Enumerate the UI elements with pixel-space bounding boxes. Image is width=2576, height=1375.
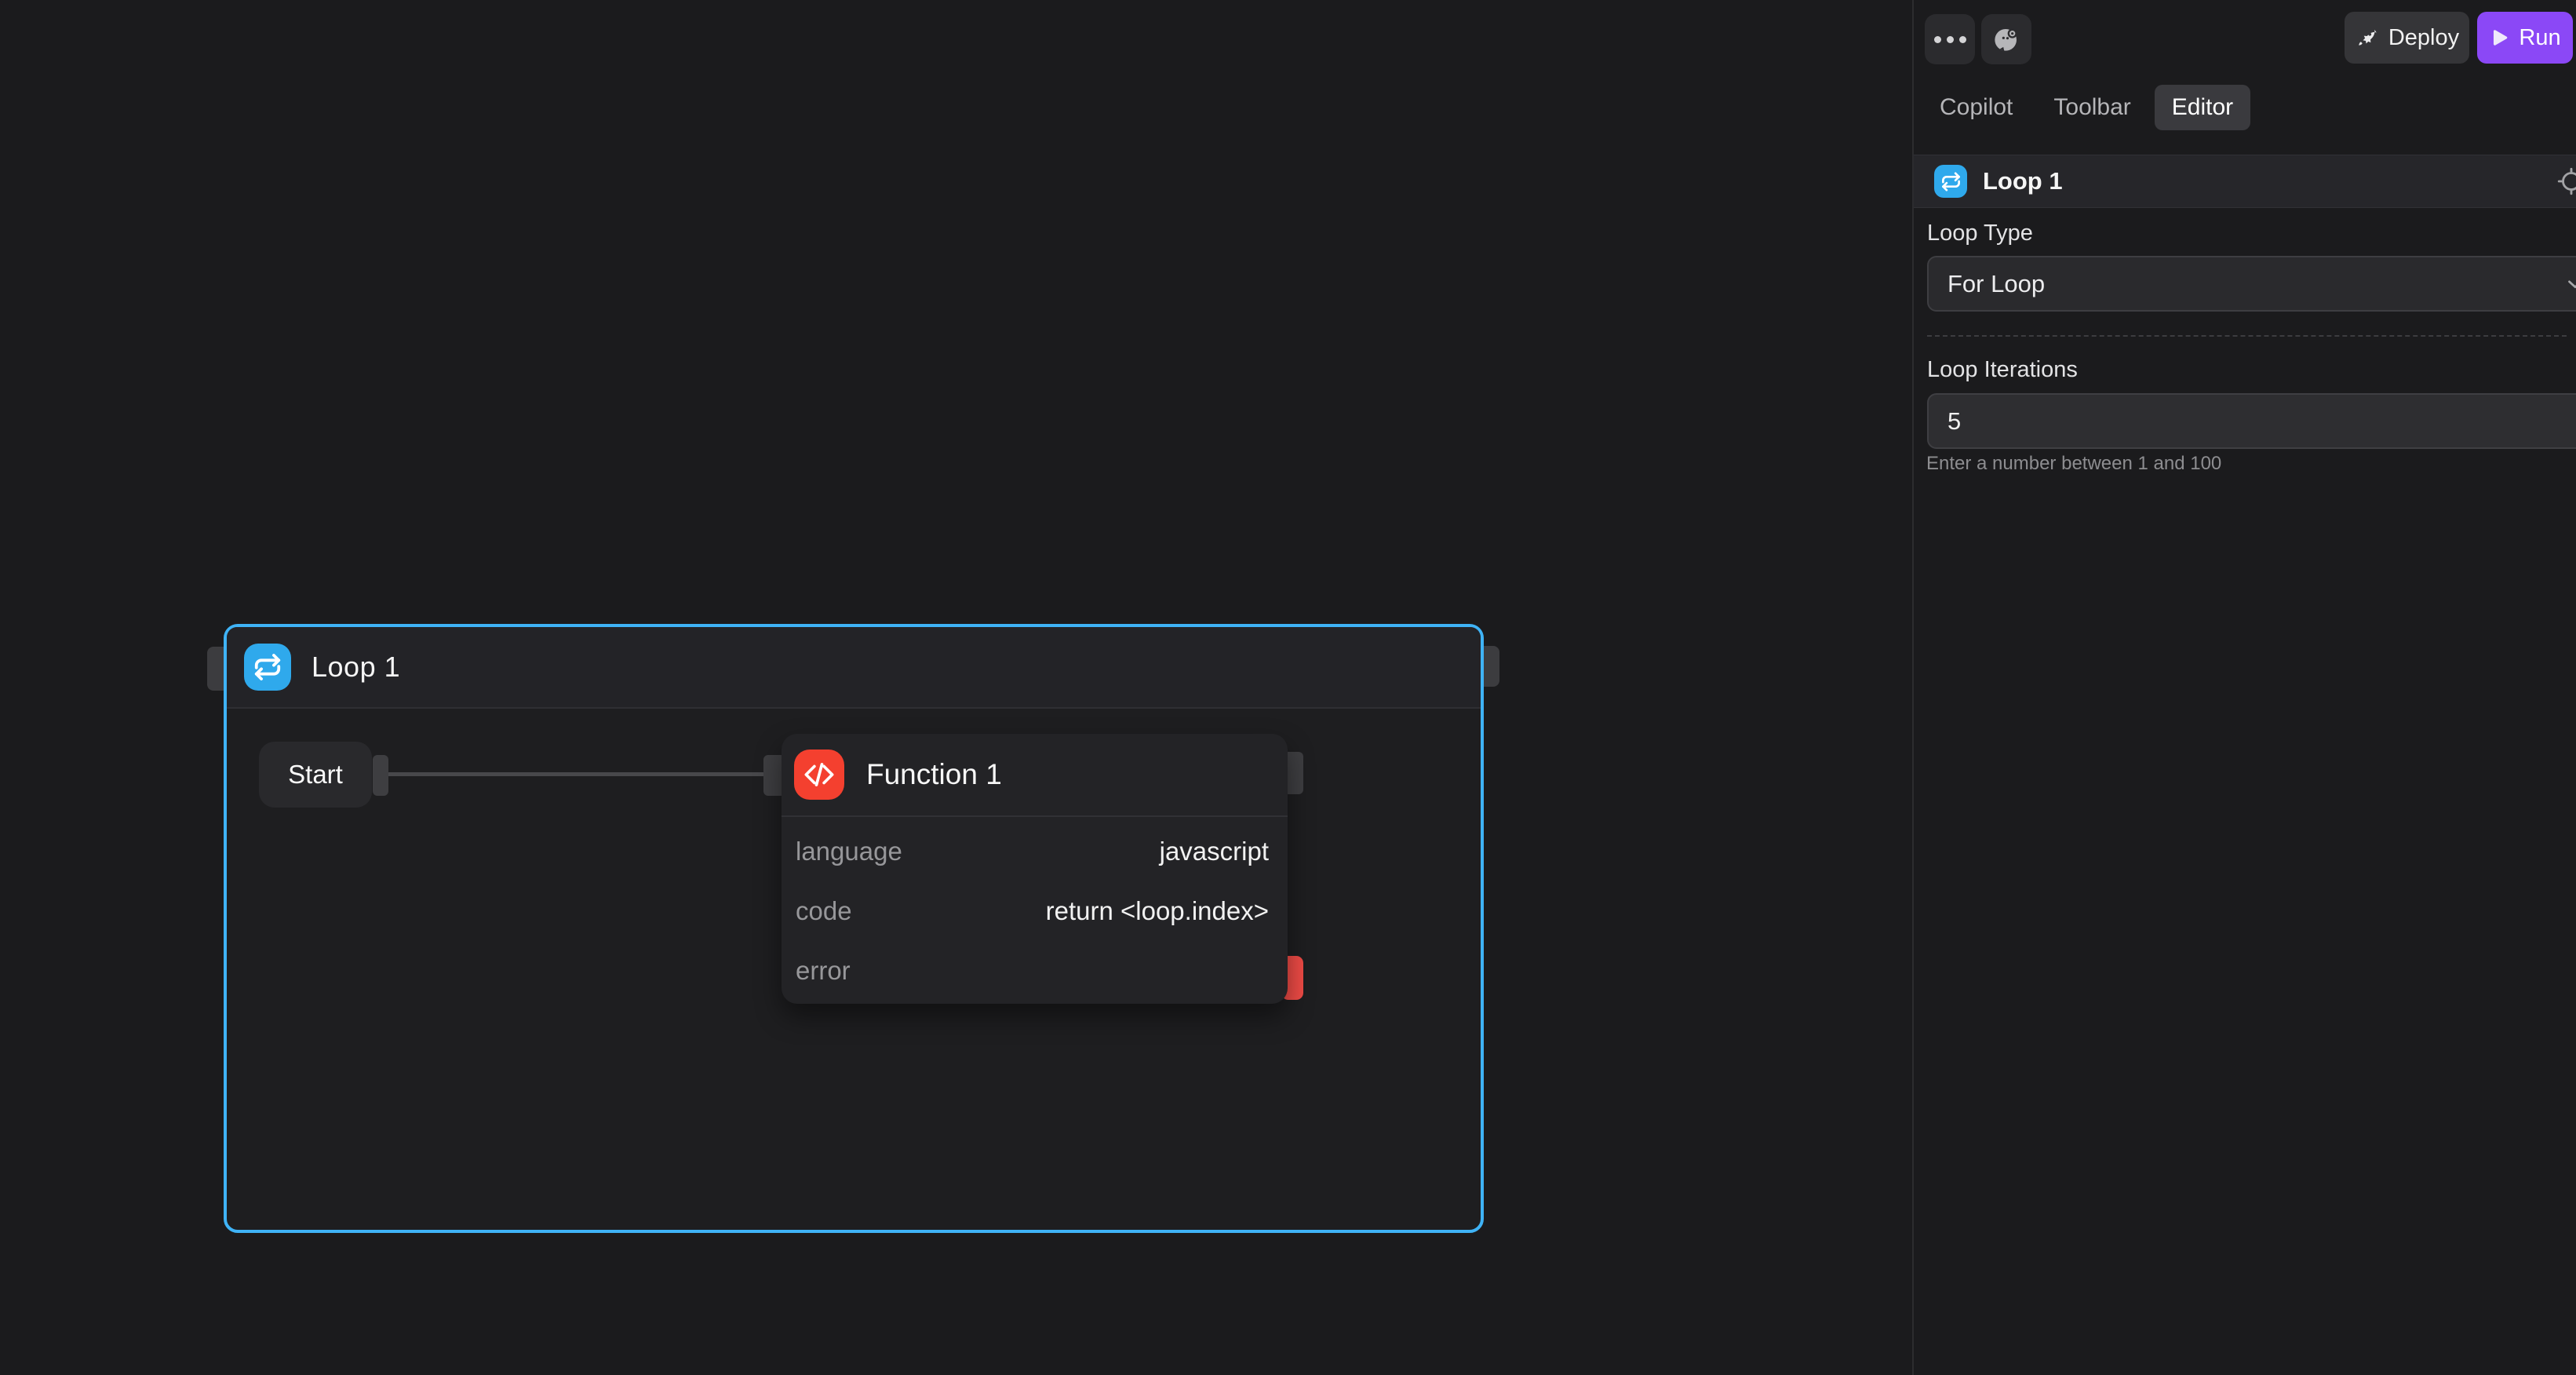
loop-iterations-input[interactable] [1927, 393, 2576, 449]
section-separator [1927, 335, 2567, 337]
loop-type-label: Loop Type [1927, 221, 2033, 246]
function-node-header[interactable]: Function 1 [782, 734, 1288, 817]
play-icon [2489, 27, 2509, 48]
code-icon [794, 750, 844, 800]
repeat-icon [1934, 165, 1967, 198]
chameleon-icon [1991, 24, 2022, 55]
tab-copilot[interactable]: Copilot [1922, 85, 2030, 130]
ellipsis-icon [1934, 36, 1941, 43]
loop-iterations-helper: Enter a number between 1 and 100 [1926, 453, 2221, 475]
rocket-icon [2355, 26, 2378, 49]
function-node-fields: language javascript code return <loop.in… [782, 819, 1288, 1001]
field-value: javascript [1160, 837, 1269, 866]
field-value: return <loop.index> [1046, 896, 1269, 926]
panel-tabs: Copilot Toolbar Editor [1922, 85, 2250, 130]
field-key: error [796, 956, 851, 986]
copilot-button[interactable] [1981, 14, 2031, 64]
field-key: language [796, 837, 902, 866]
field-key: code [796, 896, 852, 926]
edge-start-to-function[interactable] [387, 772, 765, 776]
run-label: Run [2519, 25, 2560, 51]
deploy-label: Deploy [2388, 25, 2459, 51]
repeat-icon [244, 644, 291, 691]
chevron-down-icon [2563, 272, 2576, 296]
field-row-code[interactable]: code return <loop.index> [782, 881, 1288, 941]
loop-node-header[interactable]: Loop 1 [227, 627, 1481, 709]
more-options-button[interactable] [1925, 14, 1975, 64]
deploy-button[interactable]: Deploy [2345, 12, 2469, 64]
crosshair-icon[interactable] [2557, 167, 2576, 195]
inspector-panel: Deploy Run Copilot Toolbar Editor [1914, 0, 2576, 1375]
run-button[interactable]: Run [2477, 12, 2573, 64]
loop-node-title: Loop 1 [312, 651, 400, 684]
loop-type-value: For Loop [1947, 270, 2045, 298]
function-node[interactable]: Function 1 language javascript code retu… [782, 734, 1288, 1004]
start-output-handle[interactable] [373, 755, 388, 796]
loop-iterations-label: Loop Iterations [1927, 357, 2078, 383]
field-row-language[interactable]: language javascript [782, 822, 1288, 881]
app-window: Loop 1 Start Function 1 [0, 0, 2576, 1375]
start-node[interactable]: Start [259, 742, 372, 808]
selected-node-title: Loop 1 [1983, 167, 2063, 195]
field-row-error[interactable]: error [782, 941, 1288, 1001]
start-node-label: Start [288, 760, 343, 790]
flow-canvas[interactable]: Loop 1 Start Function 1 [0, 0, 1912, 1375]
tab-editor[interactable]: Editor [2155, 85, 2250, 130]
function-node-title: Function 1 [866, 758, 1002, 791]
loop-type-select[interactable]: For Loop [1927, 256, 2576, 312]
selected-node-header: Loop 1 [1914, 155, 2576, 208]
tab-toolbar[interactable]: Toolbar [2036, 85, 2148, 130]
